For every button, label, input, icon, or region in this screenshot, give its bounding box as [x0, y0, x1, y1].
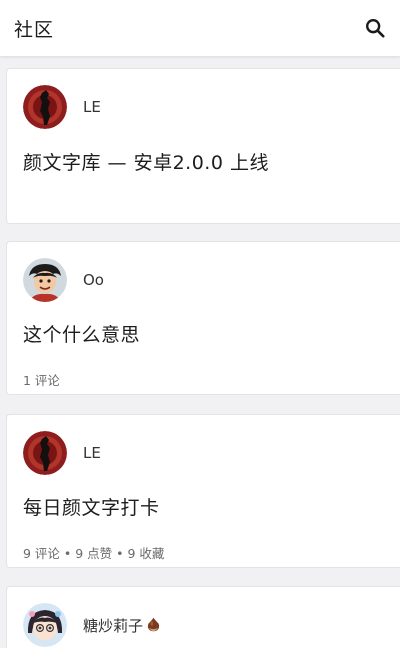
- page-title: 社区: [14, 18, 55, 41]
- post-feed: LE 颜文字库 — 安卓2.0.0 上线 Oo 这个什么意思 1 评论 LE 每…: [0, 56, 400, 648]
- post-author[interactable]: 糖炒莉子: [83, 615, 162, 636]
- avatar[interactable]: [23, 431, 67, 475]
- red-circle-figure-avatar: [23, 431, 67, 475]
- post-stats: 9 评论 • 9 点赞 • 9 收藏: [23, 546, 165, 561]
- post-card[interactable]: 糖炒莉子: [6, 586, 400, 648]
- anime-character-avatar: [23, 258, 67, 302]
- app-bar: 社区: [0, 0, 400, 56]
- post-card[interactable]: Oo 这个什么意思 1 评论: [6, 241, 400, 395]
- post-card[interactable]: LE 每日颜文字打卡 9 评论 • 9 点赞 • 9 收藏: [6, 414, 400, 568]
- search-button[interactable]: [362, 15, 388, 41]
- post-author[interactable]: Oo: [83, 271, 104, 289]
- avatar[interactable]: [23, 258, 67, 302]
- search-icon: [366, 19, 385, 38]
- red-circle-figure-avatar: [23, 85, 67, 129]
- avatar[interactable]: [23, 603, 67, 647]
- post-title[interactable]: 颜文字库 — 安卓2.0.0 上线: [23, 148, 269, 175]
- post-author[interactable]: LE: [83, 444, 101, 462]
- post-stats: 1 评论: [23, 373, 60, 388]
- post-title[interactable]: 每日颜文字打卡: [23, 493, 160, 520]
- post-header: 糖炒莉子: [23, 603, 162, 647]
- post-header: Oo: [23, 258, 104, 302]
- post-card[interactable]: LE 颜文字库 — 安卓2.0.0 上线: [6, 68, 400, 224]
- avatar[interactable]: [23, 85, 67, 129]
- anime-girl-avatar: [23, 603, 67, 647]
- post-title[interactable]: 这个什么意思: [23, 320, 140, 347]
- post-header: LE: [23, 85, 101, 129]
- chestnut-icon: [147, 617, 160, 631]
- post-header: LE: [23, 431, 101, 475]
- post-author[interactable]: LE: [83, 98, 101, 116]
